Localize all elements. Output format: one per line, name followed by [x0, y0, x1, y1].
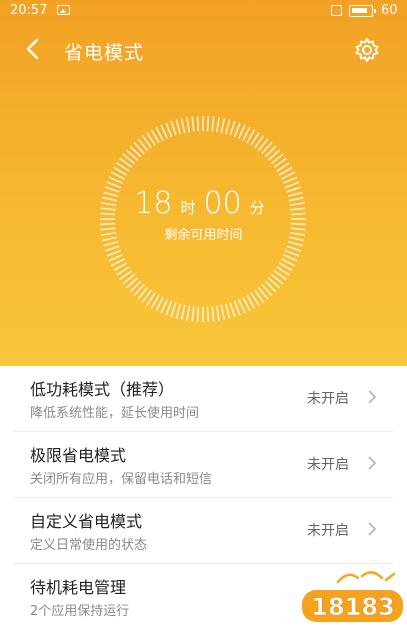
item-status: 未开启 — [307, 457, 349, 473]
title-bar: 省电模式 — [0, 28, 407, 72]
list-item-extreme-power-saving[interactable]: 极限省电模式 关闭所有应用，保留电话和短信 未开启 — [14, 432, 393, 498]
dial-tick — [283, 254, 298, 262]
battery-icon — [349, 5, 376, 17]
dial-tick — [286, 245, 302, 252]
dial-tick — [211, 116, 215, 132]
dial-tick — [225, 119, 231, 135]
battery-level: 60 — [381, 3, 398, 18]
status-time: 20:57 — [10, 3, 48, 18]
dial-tick — [215, 305, 220, 321]
dial-tick — [196, 306, 200, 322]
dial-tick — [180, 118, 186, 134]
dial-tick — [175, 303, 181, 319]
item-title: 待机耗电管理 — [30, 578, 127, 597]
dial-tick — [165, 122, 173, 138]
dial-tick — [206, 306, 210, 322]
chevron-left-icon — [26, 38, 39, 60]
dial-tick — [191, 306, 195, 322]
dial-tick — [206, 116, 210, 132]
dial-tick — [233, 122, 241, 138]
dial-tick — [220, 304, 226, 320]
dial-tick — [170, 302, 177, 318]
item-title: 极限省电模式 — [30, 446, 127, 465]
dial-tick — [186, 117, 191, 133]
dial-tick — [211, 306, 215, 322]
item-title: 自定义省电模式 — [30, 512, 143, 531]
item-description: 关闭所有应用，保留电话和短信 — [30, 472, 213, 487]
dial-tick — [104, 245, 120, 252]
item-status: 未开启 — [307, 391, 349, 407]
page-title: 省电模式 — [64, 42, 145, 64]
item-title: 低功耗模式（推荐） — [30, 380, 175, 399]
dial-tick — [215, 117, 220, 133]
dial-tick — [160, 299, 168, 314]
dial-tick — [108, 176, 123, 184]
remaining-hours: 18 — [134, 186, 173, 221]
chevron-right-icon — [365, 520, 379, 538]
list-item-low-power-mode[interactable]: 低功耗模式（推荐） 降低系统性能，延长使用时间 未开启 — [14, 366, 393, 432]
gear-icon — [355, 38, 379, 62]
dial-tick — [191, 116, 195, 132]
image-notification-icon — [57, 5, 70, 15]
dial-tick — [284, 249, 300, 257]
minutes-unit: 分 — [249, 199, 265, 217]
sim-icon — [331, 5, 342, 16]
remaining-time: 18 时 00 分 — [0, 186, 407, 221]
dial-tick — [238, 299, 246, 314]
dial-tick — [160, 124, 168, 139]
remaining-time-caption: 剩余可用时间 — [164, 228, 243, 243]
dial-tick — [225, 303, 231, 319]
dial-tick — [108, 254, 123, 262]
svg-text:18183: 18183 — [311, 593, 395, 621]
dial-tick — [220, 118, 226, 134]
list-item-custom-power-saving[interactable]: 自定义省电模式 定义日常使用的状态 未开启 — [14, 498, 393, 564]
item-status: 未开启 — [307, 523, 349, 539]
dial-tick — [233, 300, 241, 316]
dial-tick — [175, 119, 181, 135]
chevron-right-icon — [365, 388, 379, 406]
dial-tick — [170, 120, 177, 136]
settings-button[interactable] — [353, 36, 381, 64]
item-description: 2个应用保持运行 — [30, 604, 130, 619]
dial-tick — [196, 116, 200, 132]
dial-tick — [106, 249, 122, 257]
item-description: 降低系统性能，延长使用时间 — [30, 406, 200, 421]
status-bar: 20:57 60 — [0, 0, 407, 22]
dial-tick — [238, 124, 246, 139]
dial-tick — [283, 176, 298, 184]
dial-tick — [186, 305, 191, 321]
hours-unit: 时 — [180, 199, 196, 217]
dial-tick — [180, 304, 186, 320]
chevron-right-icon — [365, 454, 379, 472]
dial-tick — [229, 120, 236, 136]
dial-tick — [229, 302, 236, 318]
item-description: 定义日常使用的状态 — [30, 538, 148, 553]
watermark-logo: 18183 — [302, 571, 403, 622]
dial-tick — [165, 300, 173, 316]
back-button[interactable] — [20, 34, 48, 64]
remaining-minutes: 00 — [203, 186, 242, 221]
